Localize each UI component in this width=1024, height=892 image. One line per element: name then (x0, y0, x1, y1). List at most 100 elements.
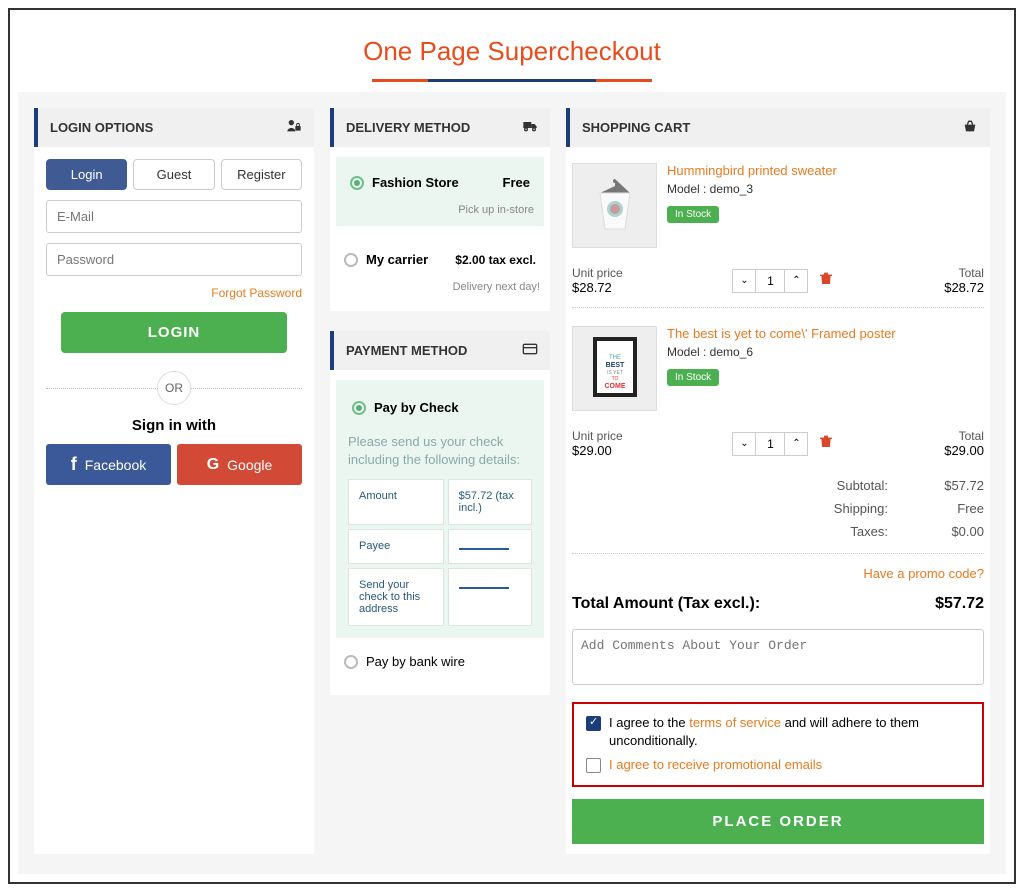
truck-icon (522, 118, 538, 137)
delivery-option-2[interactable]: My carrier $2.00 tax excl. Delivery next… (336, 236, 544, 301)
pay-payee-val (448, 529, 532, 564)
facebook-icon: f (71, 454, 77, 475)
quantity-stepper[interactable]: ⌄ 1 ⌃ (732, 269, 808, 293)
login-heading-text: LOGIN OPTIONS (50, 120, 153, 135)
email-field[interactable] (46, 200, 302, 233)
delivery-opt1-name: Fashion Store (372, 175, 459, 190)
item-model: Model : demo_6 (667, 345, 984, 359)
delivery-opt1-sub: Pick up in-store (346, 204, 534, 216)
line-total: $28.72 (944, 280, 984, 295)
shipping-val: Free (924, 501, 984, 516)
user-lock-icon (286, 118, 302, 137)
delivery-opt2-name: My carrier (366, 252, 428, 267)
payment-heading-text: PAYMENT METHOD (346, 343, 467, 358)
payment-opt2-name: Pay by bank wire (366, 654, 465, 669)
facebook-button[interactable]: f Facebook (46, 444, 171, 485)
page-title: One Page Supercheckout (18, 18, 1006, 79)
stock-badge: In Stock (667, 206, 719, 223)
payment-option-2[interactable]: Pay by bank wire (336, 638, 544, 685)
order-comment[interactable] (572, 629, 984, 685)
tab-guest[interactable]: Guest (133, 159, 214, 190)
qty-value: 1 (756, 269, 784, 293)
pay-amount-label: Amount (348, 479, 444, 525)
trash-icon[interactable] (818, 433, 834, 454)
pay-addr-val (448, 568, 532, 626)
item-model: Model : demo_3 (667, 182, 984, 196)
cart-heading: SHOPPING CART (566, 108, 990, 147)
delivery-option-1[interactable]: Fashion Store Free Pick up in-store (336, 157, 544, 226)
line-total-label: Total (944, 266, 984, 280)
product-thumb: THEBESTIS YETTOCOME (572, 326, 657, 411)
radio-icon (350, 176, 364, 190)
unit-price: $28.72 (572, 280, 623, 295)
product-thumb (572, 163, 657, 248)
taxes-val: $0.00 (924, 524, 984, 539)
card-icon (522, 341, 538, 360)
divider (572, 307, 984, 308)
shipping-label: Shipping: (834, 501, 888, 516)
delivery-opt2-sub: Delivery next day! (340, 281, 540, 293)
line-total: $29.00 (944, 443, 984, 458)
login-heading: LOGIN OPTIONS (34, 108, 314, 147)
line-total-label: Total (944, 429, 984, 443)
radio-icon (344, 253, 358, 267)
trash-icon[interactable] (818, 270, 834, 291)
svg-text:THE: THE (609, 355, 621, 361)
subtotal-val: $57.72 (924, 478, 984, 493)
signin-with-label: Sign in with (46, 417, 302, 434)
radio-icon (352, 401, 366, 415)
promo-emails-checkbox[interactable] (586, 758, 601, 773)
grand-total-label: Total Amount (Tax excl.): (572, 595, 760, 613)
tab-login[interactable]: Login (46, 159, 127, 190)
terms-link[interactable]: terms of service (689, 715, 781, 730)
forgot-password-link[interactable]: Forgot Password (46, 286, 302, 300)
qty-down[interactable]: ⌄ (732, 432, 756, 456)
password-field[interactable] (46, 243, 302, 276)
or-divider: OR (157, 371, 191, 405)
payment-heading: PAYMENT METHOD (330, 331, 550, 370)
consent-box: I agree to the terms of service and will… (572, 702, 984, 787)
promo-code-link[interactable]: Have a promo code? (572, 553, 984, 581)
payment-note: Please send us your check including the … (348, 433, 532, 469)
pay-payee-label: Payee (348, 529, 444, 564)
quantity-stepper[interactable]: ⌄ 1 ⌃ (732, 432, 808, 456)
terms-text: I agree to the terms of service and will… (609, 714, 970, 750)
delivery-heading-text: DELIVERY METHOD (346, 120, 470, 135)
cart-item: Hummingbird printed sweater Model : demo… (572, 157, 984, 258)
qty-value: 1 (756, 432, 784, 456)
promo-emails-text: I agree to receive promotional emails (609, 756, 822, 774)
cart-heading-text: SHOPPING CART (582, 120, 690, 135)
stock-badge: In Stock (667, 369, 719, 386)
radio-icon (344, 655, 358, 669)
facebook-label: Facebook (85, 457, 146, 473)
delivery-heading: DELIVERY METHOD (330, 108, 550, 147)
svg-text:COME: COME (604, 383, 625, 390)
login-button[interactable]: LOGIN (61, 312, 286, 353)
google-button[interactable]: G Google (177, 444, 302, 485)
taxes-label: Taxes: (850, 524, 888, 539)
subtotal-label: Subtotal: (837, 478, 888, 493)
qty-up[interactable]: ⌃ (784, 269, 808, 293)
pay-amount-val: $57.72 (tax incl.) (448, 479, 532, 525)
qty-down[interactable]: ⌄ (732, 269, 756, 293)
cart-item: THEBESTIS YETTOCOME The best is yet to c… (572, 320, 984, 421)
google-label: Google (227, 457, 272, 473)
title-underline (372, 79, 652, 82)
tab-register[interactable]: Register (221, 159, 302, 190)
terms-checkbox[interactable] (586, 716, 601, 731)
payment-option-1[interactable]: Pay by Check Please send us your check i… (336, 380, 544, 638)
item-name[interactable]: The best is yet to come\' Framed poster (667, 326, 984, 341)
unit-price-label: Unit price (572, 266, 623, 280)
basket-icon (962, 118, 978, 137)
place-order-button[interactable]: PLACE ORDER (572, 799, 984, 844)
grand-total-val: $57.72 (935, 595, 984, 613)
pay-addr-label: Send your check to this address (348, 568, 444, 626)
qty-up[interactable]: ⌃ (784, 432, 808, 456)
unit-price: $29.00 (572, 443, 623, 458)
delivery-opt1-price: Free (503, 175, 530, 190)
payment-opt1-name: Pay by Check (374, 400, 459, 415)
svg-text:BEST: BEST (605, 362, 624, 369)
svg-text:TO: TO (611, 376, 618, 382)
unit-price-label: Unit price (572, 429, 623, 443)
item-name[interactable]: Hummingbird printed sweater (667, 163, 984, 178)
